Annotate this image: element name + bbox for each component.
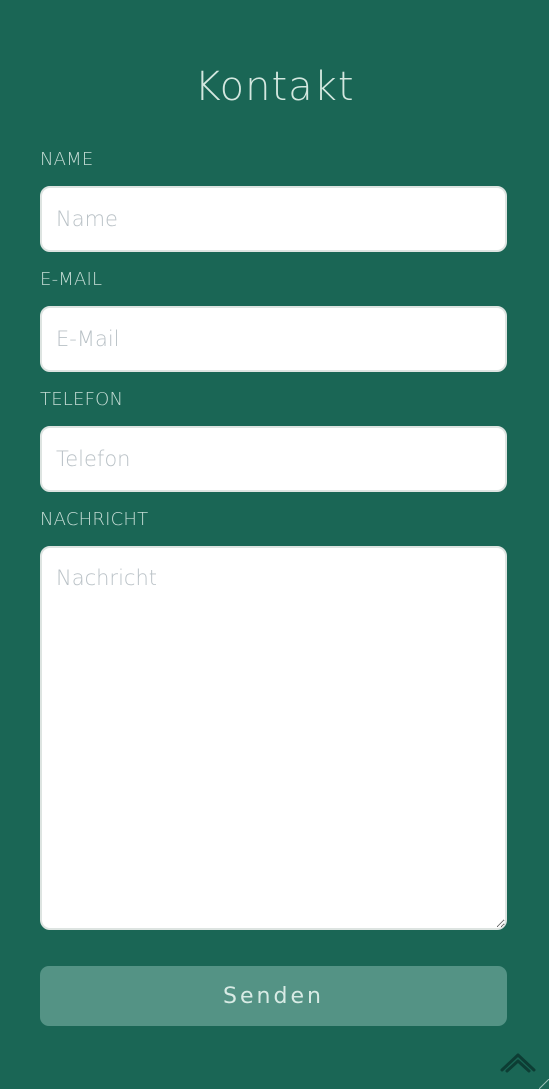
message-textarea[interactable]: [40, 546, 507, 930]
scroll-top-button[interactable]: [499, 1047, 537, 1077]
email-input[interactable]: [40, 306, 507, 372]
message-label: NACHRICHT: [40, 509, 149, 530]
chevron-up-icon: [500, 1053, 536, 1073]
page-title: Kontakt: [194, 63, 355, 110]
name-label: NAME: [40, 149, 94, 170]
email-label: E-MAIL: [40, 269, 103, 290]
contact-page: Kontakt NAME E-MAIL TELEFON NACHRICHT Se…: [0, 0, 549, 1089]
email-field-group: E-MAIL: [40, 266, 507, 386]
contact-form: NAME E-MAIL TELEFON NACHRICHT: [40, 146, 507, 934]
name-input[interactable]: [40, 186, 507, 252]
name-field-group: NAME: [40, 146, 507, 266]
corner-mark-icon: [539, 1079, 549, 1089]
phone-field-group: TELEFON: [40, 386, 507, 506]
message-field-group: NACHRICHT: [40, 506, 507, 934]
phone-input[interactable]: [40, 426, 507, 492]
phone-label: TELEFON: [40, 389, 124, 410]
submit-button[interactable]: Senden: [40, 966, 507, 1026]
